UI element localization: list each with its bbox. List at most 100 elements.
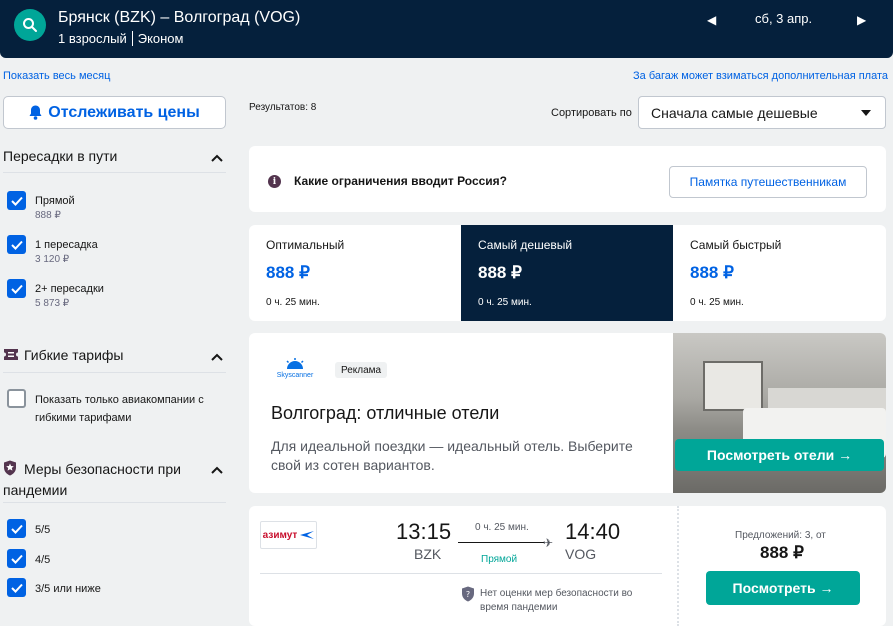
ticket-icon	[4, 349, 18, 360]
view-flight-button[interactable]: Посмотреть →	[706, 571, 860, 605]
tab-label: Оптимальный	[266, 238, 345, 252]
check-icon	[10, 196, 23, 206]
tab-duration: 0 ч. 25 мин.	[478, 297, 532, 308]
check-icon	[10, 240, 23, 250]
photo-window	[703, 361, 763, 411]
ad-title: Волгоград: отличные отели	[271, 403, 500, 423]
checkbox-safety-3[interactable]	[7, 578, 26, 597]
chevron-up-icon[interactable]	[211, 466, 223, 474]
safety-option-3: 3/5 или ниже	[35, 583, 101, 595]
tab-duration: 0 ч. 25 мин.	[690, 297, 744, 308]
search-header: Брянск (BZK) – Волгоград (VOG) 1 взрослы…	[0, 0, 893, 58]
safety-option-5: 5/5	[35, 524, 51, 536]
checkbox-safety-4[interactable]	[7, 549, 26, 568]
tab-best[interactable]: Оптимальный 888 ₽ 0 ч. 25 мин.	[249, 225, 461, 321]
sort-value: Сначала самые дешевые	[651, 104, 818, 121]
plane-icon: ✈	[543, 536, 554, 550]
flex-section-title[interactable]: Гибкие тарифы	[24, 347, 123, 363]
passengers-count: 1 взрослый	[58, 31, 127, 46]
option-one-stop-price: 3 120 ₽	[35, 254, 70, 265]
tab-price: 888 ₽	[690, 263, 734, 282]
shield-icon: ?	[462, 586, 474, 602]
tab-price: 888 ₽	[478, 263, 522, 282]
tab-label: Самый дешевый	[478, 238, 573, 252]
cabin-class: Эконом	[137, 31, 184, 46]
brand-name: Skyscanner	[276, 372, 314, 379]
safety-rating-note: Нет оценки мер безопасности во время пан…	[480, 587, 660, 615]
check-icon	[10, 583, 23, 593]
option-direct-price: 888 ₽	[35, 210, 61, 221]
arrival-airport: VOG	[565, 546, 597, 562]
summary-separator	[131, 31, 133, 46]
safety-section-title-line2[interactable]: пандемии	[3, 482, 67, 498]
stops-section-title[interactable]: Пересадки в пути	[3, 148, 117, 164]
shield-icon	[4, 460, 16, 476]
tab-label: Самый быстрый	[690, 238, 782, 252]
flex-option-line2: гибкими тарифами	[35, 412, 132, 424]
checkbox-one-stop[interactable]	[7, 235, 26, 254]
checkbox-direct[interactable]	[7, 191, 26, 210]
ad-desc-line1: Для идеальной поездки — идеальный отель.…	[271, 438, 633, 454]
skyscanner-logo: Skyscanner	[275, 358, 315, 379]
option-two-plus-price: 5 873 ₽	[35, 298, 70, 309]
safety-option-4: 4/5	[35, 554, 51, 566]
chevron-up-icon[interactable]	[211, 353, 223, 361]
safety-section-title[interactable]: Меры безопасности при	[24, 461, 181, 477]
section-divider	[3, 372, 226, 373]
option-direct-label: Прямой	[35, 195, 75, 207]
section-divider	[3, 172, 226, 173]
sort-select[interactable]: Сначала самые дешевые	[638, 96, 886, 129]
ad-description: Для идеальной поездки — идеальный отель.…	[271, 437, 661, 475]
flight-duration: 0 ч. 25 мин.	[475, 522, 529, 533]
chevron-up-icon[interactable]	[211, 154, 223, 162]
ad-desc-line2: свой из сотен вариантов.	[271, 457, 435, 473]
option-two-plus-label: 2+ пересадки	[35, 283, 104, 295]
check-icon	[10, 554, 23, 564]
departure-time: 13:15	[396, 519, 452, 544]
card-vertical-divider	[677, 506, 679, 626]
hotel-ad-card: Skyscanner Реклама Волгоград: отличные о…	[249, 333, 886, 493]
svg-text:?: ?	[466, 590, 470, 599]
next-date-icon[interactable]: ▶	[857, 13, 866, 27]
stops-info: Прямой	[481, 554, 518, 565]
check-icon	[10, 524, 23, 534]
flight-price: 888 ₽	[760, 543, 804, 562]
track-prices-button[interactable]: Отслеживать цены	[3, 96, 226, 129]
check-icon	[10, 284, 23, 294]
search-icon[interactable]	[14, 9, 46, 41]
travel-restrictions-card: i Какие ограничения вводит Россия? Памят…	[249, 146, 886, 212]
checkbox-flexible-fares[interactable]	[7, 389, 26, 408]
sunrise-icon	[286, 358, 304, 369]
track-prices-label: Отслеживать цены	[48, 103, 200, 121]
departure-airport: BZK	[414, 546, 442, 562]
traveler-memo-button[interactable]: Памятка путешественникам	[669, 166, 867, 198]
view-hotels-button[interactable]: Посмотреть отели →	[675, 439, 884, 471]
prev-date-icon[interactable]: ◀	[707, 13, 716, 27]
checkbox-safety-5[interactable]	[7, 519, 26, 538]
flight-result-card[interactable]: азимут 13:15 BZK 0 ч. 25 мин. ✈ Прямой 1…	[249, 506, 886, 626]
option-one-stop-label: 1 пересадка	[35, 239, 98, 251]
route-line	[458, 542, 544, 543]
flex-option-line1: Показать только авиакомпании с	[35, 394, 204, 406]
airline-name: азимут	[262, 529, 298, 541]
sort-label: Сортировать по	[551, 107, 632, 119]
airline-logo: азимут	[260, 521, 317, 549]
tab-fastest[interactable]: Самый быстрый 888 ₽ 0 ч. 25 мин.	[673, 225, 885, 321]
restrictions-question: Какие ограничения вводит Россия?	[294, 174, 507, 188]
tab-cheapest[interactable]: Самый дешевый 888 ₽ 0 ч. 25 мин.	[461, 225, 673, 321]
route-title[interactable]: Брянск (BZK) – Волгоград (VOG)	[58, 9, 300, 27]
checkbox-two-plus-stops[interactable]	[7, 279, 26, 298]
search-summary[interactable]: 1 взрослый Эконом	[58, 31, 183, 46]
offers-count: Предложений: 3, от	[735, 530, 826, 541]
baggage-fee-link[interactable]: За багаж может взиматься дополнительная …	[633, 70, 888, 82]
safety-note-line2: время пандемии	[480, 602, 558, 613]
arrival-time: 14:40	[565, 519, 621, 544]
card-divider	[260, 573, 662, 574]
bell-icon	[29, 105, 42, 120]
section-divider	[3, 502, 226, 503]
caret-down-icon	[861, 110, 871, 116]
results-count: Результатов: 8	[249, 102, 317, 113]
show-month-link[interactable]: Показать весь месяц	[3, 70, 110, 82]
selected-date[interactable]: сб, 3 апр.	[755, 11, 812, 26]
sort-tabs: Оптимальный 888 ₽ 0 ч. 25 мин. Самый деш…	[249, 225, 886, 321]
